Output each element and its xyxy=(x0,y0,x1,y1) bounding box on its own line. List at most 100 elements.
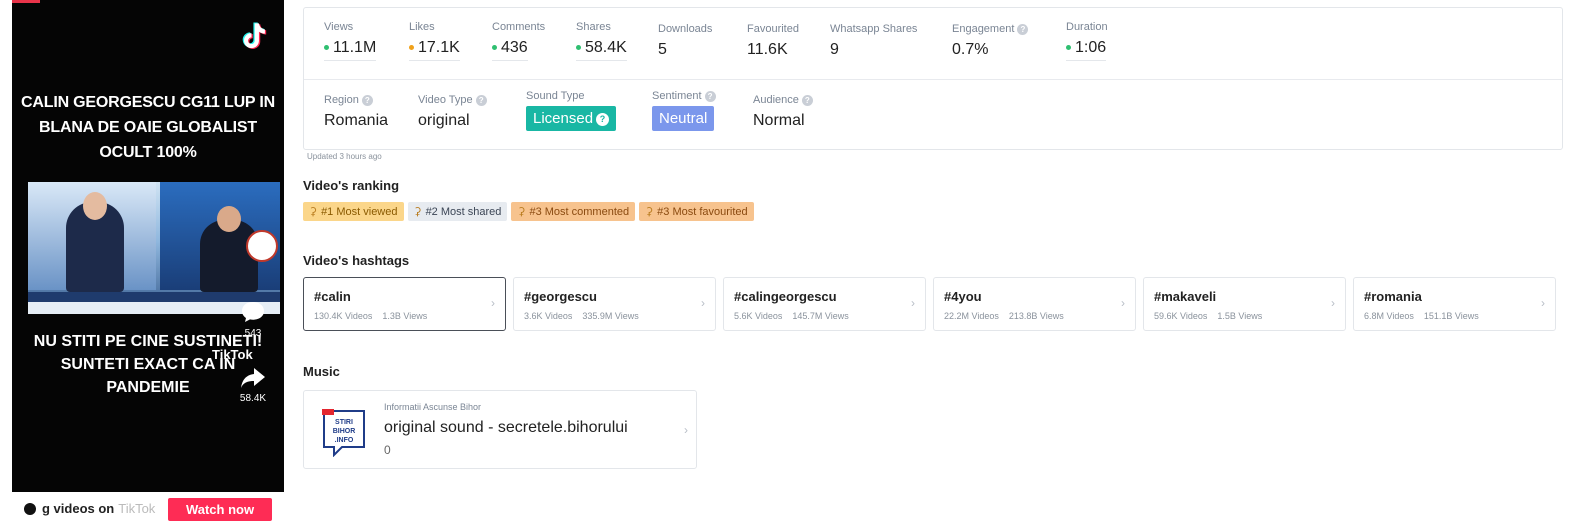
stat-value: 58.4K xyxy=(585,39,627,56)
hashtag-videos: 130.4K Videos xyxy=(314,311,373,321)
hashtag-card[interactable]: #calingeorgescu 5.6K Videos 145.7M Views … xyxy=(723,277,926,331)
trend-dot-icon xyxy=(492,45,497,51)
meta-value: original xyxy=(418,112,470,129)
stat-value: 5 xyxy=(658,41,667,58)
video-player[interactable]: CALIN GEORGESCU CG11 LUP IN BLANA DE OAI… xyxy=(12,0,284,492)
hashtag-card[interactable]: #georgescu 3.6K Videos 335.9M Views › xyxy=(513,277,716,331)
stat-label: Comments xyxy=(492,21,546,33)
hashtag-views: 151.1B Views xyxy=(1423,311,1479,321)
share-count: 58.4K xyxy=(239,393,267,404)
rank-badge: ⚳ #1 Most viewed xyxy=(303,202,404,221)
help-icon[interactable]: ? xyxy=(801,94,813,106)
meta-sound-type: Sound Type Licensed? xyxy=(526,90,617,131)
meta-sentiment: Sentiment? Neutral xyxy=(652,90,716,131)
meta-label: Audience xyxy=(753,94,799,106)
hashtag-list: #calin 130.4K Videos 1.3B Views › #george… xyxy=(303,277,1556,331)
stat-comments: Comments 436 xyxy=(492,21,545,61)
chevron-right-icon: › xyxy=(701,296,705,310)
stat-engagement: Engagement? 0.7% xyxy=(952,23,1029,59)
hashtag-name: #makaveli xyxy=(1154,289,1217,304)
stat-shares: Shares 58.4K xyxy=(576,21,627,61)
music-track-title: original sound - secretele.bihorului xyxy=(384,419,628,436)
tiktok-dot-icon xyxy=(24,502,36,515)
trophy-icon: ⚳ xyxy=(517,206,526,218)
footer-text: g videos on xyxy=(42,501,115,516)
logo-text-line: .INFO xyxy=(335,437,354,444)
sentiment-badge: Neutral xyxy=(652,106,715,131)
meta-label: Region xyxy=(324,94,359,106)
music-title: Music xyxy=(303,364,340,379)
logo-text-line: BIHOR xyxy=(333,428,356,435)
ranking-title: Video's ranking xyxy=(303,178,400,193)
hashtag-card[interactable]: #4you 22.2M Videos 213.8B Views › xyxy=(933,277,1136,331)
chevron-right-icon: › xyxy=(1541,296,1545,310)
hashtag-card[interactable]: #calin 130.4K Videos 1.3B Views › xyxy=(303,277,506,331)
stat-label: Downloads xyxy=(658,23,713,35)
meta-label: Sound Type xyxy=(526,90,585,102)
stat-value: 436 xyxy=(501,39,528,56)
stat-label: Whatsapp Shares xyxy=(830,23,918,35)
logo-text-line: STIRI xyxy=(335,419,353,426)
hashtag-name: #4you xyxy=(944,289,982,304)
video-frame-thumbnail xyxy=(28,182,280,314)
music-video-count: 0 xyxy=(384,443,391,457)
footer-text-faded: TikTok xyxy=(118,501,156,516)
chevron-right-icon: › xyxy=(1331,296,1335,310)
stat-value: 11.6K xyxy=(747,41,788,58)
hashtag-videos: 6.8M Videos xyxy=(1364,311,1414,321)
trend-dot-icon xyxy=(409,45,414,51)
hashtag-name: #georgescu xyxy=(524,289,597,304)
help-icon[interactable]: ? xyxy=(704,90,716,102)
stat-label: Engagement xyxy=(952,23,1015,35)
stat-value: 17.1K xyxy=(418,39,460,56)
video-top-accent xyxy=(12,0,40,3)
rank-badge: ⚳ #2 Most shared xyxy=(407,202,508,221)
hashtag-name: #calingeorgescu xyxy=(734,289,837,304)
help-icon[interactable]: ? xyxy=(361,94,373,106)
updated-timestamp: Updated 3 hours ago xyxy=(307,152,382,161)
hashtag-videos: 5.6K Videos xyxy=(734,311,783,321)
music-artist: Informatii Ascunse Bihor xyxy=(384,402,482,412)
help-icon[interactable]: ? xyxy=(596,112,610,126)
hashtag-views: 335.9M Views xyxy=(582,311,639,321)
meta-label: Sentiment xyxy=(652,90,702,102)
tiktok-logo-icon xyxy=(242,22,267,49)
meta-label: Video Type xyxy=(418,94,473,106)
stat-label: Views xyxy=(324,21,354,33)
hashtags-title: Video's hashtags xyxy=(303,253,410,268)
stat-value: 11.1M xyxy=(333,39,377,56)
stat-value: 9 xyxy=(830,41,839,58)
help-icon[interactable]: ? xyxy=(475,94,487,106)
music-card[interactable]: STIRI BIHOR .INFO Informatii Ascunse Bih… xyxy=(303,390,697,469)
ranking-list: ⚳ #1 Most viewed ⚳ #2 Most shared ⚳ #3 Most… xyxy=(303,202,754,221)
hashtag-videos: 59.6K Videos xyxy=(1154,311,1208,321)
card-divider xyxy=(304,79,1562,80)
hashtag-card[interactable]: #romania 6.8M Videos 151.1B Views › xyxy=(1353,277,1556,331)
trophy-icon: ⚳ xyxy=(309,206,318,218)
stats-card: Views 11.1M Likes 17.1K Comments 436 Sha… xyxy=(303,7,1563,150)
chevron-right-icon: › xyxy=(684,423,688,437)
video-side-actions: 543 58.4K xyxy=(236,300,270,404)
hashtag-views: 1.3B Views xyxy=(382,311,428,321)
watch-now-button[interactable]: Watch now xyxy=(168,498,272,521)
rank-badge: ⚳ #3 Most commented xyxy=(511,202,636,221)
meta-region: Region? Romania xyxy=(324,94,388,130)
stat-likes: Likes 17.1K xyxy=(409,21,460,61)
share-icon[interactable] xyxy=(240,367,266,389)
hashtag-name: #calin xyxy=(314,289,351,304)
stat-label: Duration xyxy=(1066,21,1108,33)
hashtag-card[interactable]: #makaveli 59.6K Videos 1.5B Views › xyxy=(1143,277,1346,331)
trophy-icon: ⚳ xyxy=(645,206,654,218)
stat-downloads: Downloads 5 xyxy=(658,23,712,59)
hashtag-views: 1.5B Views xyxy=(1217,311,1263,321)
hashtag-views: 145.7M Views xyxy=(792,311,849,321)
stat-label: Shares xyxy=(576,21,611,33)
rank-badge: ⚳ #3 Most favourited xyxy=(639,202,754,221)
trend-dot-icon xyxy=(576,45,581,51)
hashtag-videos: 22.2M Videos xyxy=(944,311,999,321)
stat-duration: Duration 1:06 xyxy=(1066,21,1108,61)
meta-value: Romania xyxy=(324,112,389,129)
help-icon[interactable]: ? xyxy=(1017,23,1029,35)
comment-icon[interactable] xyxy=(240,300,266,324)
stat-value: 0.7% xyxy=(952,41,989,58)
